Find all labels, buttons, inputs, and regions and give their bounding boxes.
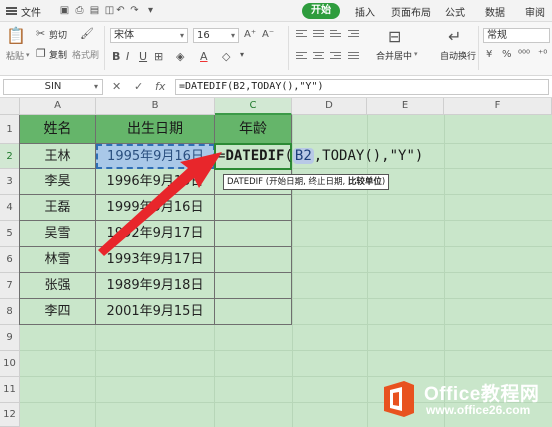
redo-icon[interactable]: ↷ <box>129 5 140 16</box>
customize-dropdown-icon[interactable]: ▾ <box>145 5 156 16</box>
cancel-icon[interactable]: ✕ <box>112 80 121 93</box>
font-size-select[interactable]: 16 ▾ <box>193 28 239 43</box>
cut-icon[interactable]: ✂ <box>36 27 45 40</box>
align-left-icon[interactable] <box>296 52 307 61</box>
tab-insert[interactable]: 插入 <box>355 4 375 19</box>
align-bottom-icon[interactable] <box>330 30 341 39</box>
format-painter-button[interactable]: 格式刷 <box>72 48 99 61</box>
align-middle-icon[interactable] <box>313 30 324 39</box>
italic-icon[interactable]: I <box>126 50 129 63</box>
increase-font-icon[interactable]: A⁺ <box>244 29 256 40</box>
chevron-down-icon[interactable]: ▾ <box>240 50 244 59</box>
chevron-down-icon: ▾ <box>93 82 98 91</box>
chevron-down-icon: ▾ <box>179 31 184 40</box>
confirm-icon[interactable]: ✓ <box>134 80 143 93</box>
format-painter-icon[interactable]: 🖌 <box>80 27 94 40</box>
wrap-text-icon[interactable]: ↵ <box>448 27 461 46</box>
indent-icon[interactable] <box>348 30 359 39</box>
merge-center-icon[interactable]: ⊟ <box>388 27 401 46</box>
ribbon-toolbar: 📋 粘贴 ▾ ✂ 剪切 ❐ 复制 🖌 格式刷 宋体 ▾ 16 ▾ A⁺ A⁻ B… <box>0 22 552 76</box>
merge-dropdown-icon[interactable]: ▾ <box>414 50 418 58</box>
font-name-select[interactable]: 宋体 ▾ <box>110 28 188 43</box>
chevron-down-icon: ▾ <box>230 31 235 40</box>
cut-button[interactable]: 剪切 <box>49 28 67 41</box>
menu-icon[interactable] <box>6 7 17 15</box>
underline-icon[interactable]: U <box>139 50 147 63</box>
bold-icon[interactable]: B <box>112 50 120 63</box>
paste-button[interactable]: 粘贴 <box>6 49 24 62</box>
percent-icon[interactable]: % <box>502 49 512 60</box>
font-size-value: 16 <box>197 30 210 41</box>
watermark-title: Office教程网 <box>424 384 540 405</box>
paste-dropdown-icon[interactable]: ▾ <box>26 51 30 59</box>
tab-formulas[interactable]: 公式 <box>445 4 465 19</box>
align-center-icon[interactable] <box>313 52 324 61</box>
fill-color-icon[interactable]: ◈ <box>176 50 184 63</box>
watermark: Office教程网 www.office26.com <box>380 377 550 423</box>
tab-data[interactable]: 数据 <box>485 4 505 19</box>
wrap-text-button[interactable]: 自动换行 <box>440 49 476 62</box>
clear-format-icon[interactable]: ◇ <box>222 50 230 63</box>
formula-bar: SIN ▾ ✕ ✓ fx =DATEDIF(B2,TODAY(),"Y") <box>0 76 552 98</box>
decrease-font-icon[interactable]: A⁻ <box>262 29 274 40</box>
comma-style-icon[interactable]: ⁰⁰⁰ <box>518 49 530 60</box>
align-top-icon[interactable] <box>296 30 307 39</box>
tab-review[interactable]: 审阅 <box>525 4 545 19</box>
align-right-icon[interactable] <box>330 52 341 61</box>
currency-icon[interactable]: ¥ <box>486 49 492 60</box>
tab-start[interactable]: 开始 <box>302 3 340 19</box>
print-preview-icon[interactable]: ⎙ <box>74 5 85 16</box>
justify-icon[interactable] <box>348 52 359 61</box>
watermark-url: www.office26.com <box>426 403 531 417</box>
undo-icon[interactable]: ↶ <box>115 5 126 16</box>
menu-bar: 文件 ▣ ⎙ ▤ ◫ ↶ ↷ ▾ 开始 插入 页面布局 公式 数据 审阅 <box>0 0 552 22</box>
name-box-value: SIN <box>44 81 62 92</box>
number-format-select[interactable]: 常规 <box>483 28 550 43</box>
preview-icon[interactable]: ◫ <box>104 5 115 16</box>
formula-input[interactable]: =DATEDIF(B2,TODAY(),"Y") <box>175 79 549 95</box>
decimal-icon[interactable]: ⁺⁰ <box>538 49 547 60</box>
function-icon[interactable]: fx <box>155 80 165 93</box>
merge-center-button[interactable]: 合并居中 <box>376 49 412 62</box>
red-arrow-icon <box>98 152 222 256</box>
name-box[interactable]: SIN ▾ <box>3 79 103 95</box>
tab-page-layout[interactable]: 页面布局 <box>391 4 431 19</box>
paste-icon[interactable]: 📋 <box>6 26 26 45</box>
borders-icon[interactable]: ⊞ <box>154 50 163 63</box>
copy-button[interactable]: 复制 <box>49 48 67 61</box>
print-icon[interactable]: ▤ <box>89 5 100 16</box>
office-logo-icon <box>384 381 414 417</box>
font-color-icon[interactable]: A <box>200 50 208 63</box>
save-icon[interactable]: ▣ <box>59 5 70 16</box>
font-name-value: 宋体 <box>114 30 134 41</box>
file-menu[interactable]: 文件 <box>21 4 41 19</box>
number-format-value: 常规 <box>487 30 507 41</box>
copy-icon[interactable]: ❐ <box>36 47 46 60</box>
